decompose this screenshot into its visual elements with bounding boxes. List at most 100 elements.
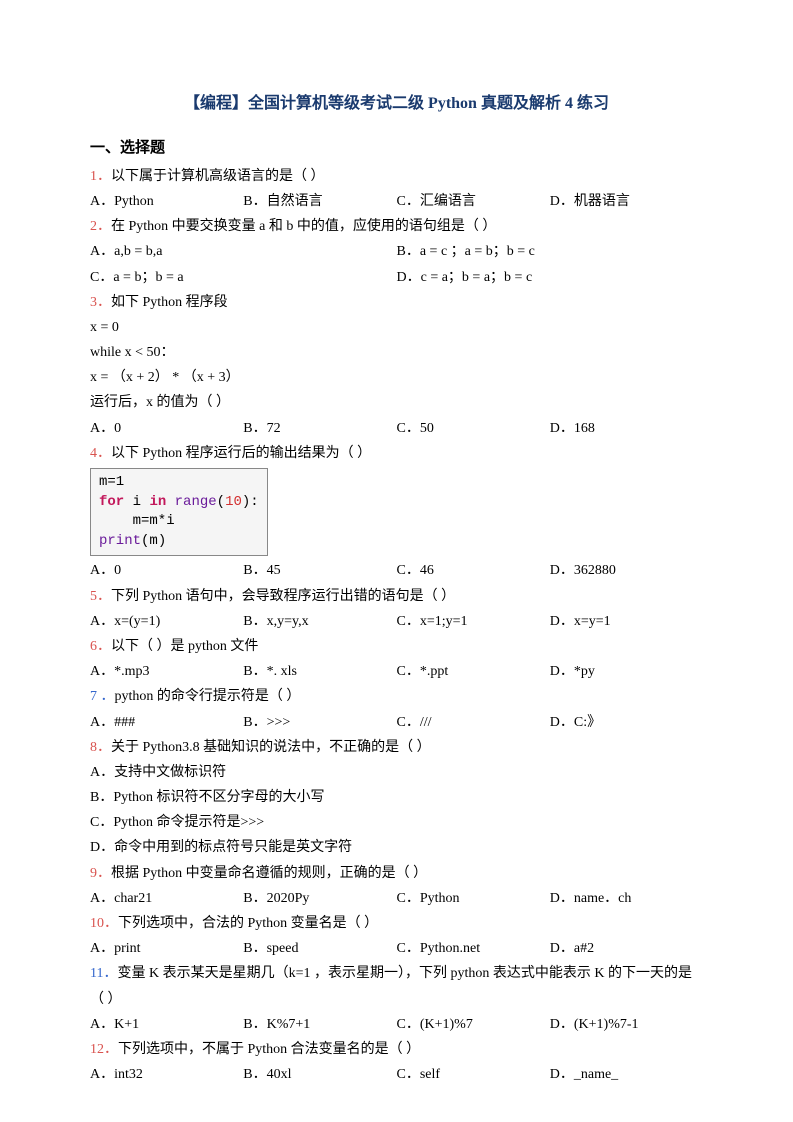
question-9: 9．根据 Python 中变量命名遵循的规则，正确的是（ ） A．char21 …: [90, 861, 703, 911]
code-i: i: [124, 494, 149, 510]
question-number: 4．: [90, 446, 111, 461]
option-a: A．K+1: [90, 1012, 243, 1037]
option-a: A．x=(y=1): [90, 609, 243, 634]
code-line-1: x = 0: [90, 315, 703, 340]
option-b: B．K%7+1: [243, 1012, 396, 1037]
option-b: B．72: [243, 416, 396, 441]
question-text: 关于 Python3.8 基础知识的说法中，不正确的是（ ）: [111, 740, 431, 755]
option-a: A．支持中文做标识符: [90, 760, 703, 785]
option-d: D．c = a；b = a；b = c: [397, 265, 704, 290]
option-b: B．40xl: [243, 1062, 396, 1087]
options-row: A．int32 B．40xl C．self D．_name_: [90, 1062, 703, 1087]
func-print: print: [99, 533, 141, 549]
option-b: B．>>>: [243, 710, 396, 735]
question-10: 10．下列选项中，合法的 Python 变量名是（ ） A．print B．sp…: [90, 911, 703, 961]
option-a: A．a,b = b,a: [90, 239, 397, 264]
options-row: A．print B．speed C．Python.net D．a#2: [90, 936, 703, 961]
option-a: A．0: [90, 416, 243, 441]
option-b: B．speed: [243, 936, 396, 961]
option-d: D．机器语言: [550, 189, 703, 214]
code-line-3: x = （x + 2） * （x + 3）: [90, 365, 703, 390]
question-text: 下列 Python 语句中，会导致程序运行出错的语句是（ ）: [111, 589, 455, 604]
question-7: 7 ．python 的命令行提示符是（ ） A．### B．>>> C．/// …: [90, 684, 703, 734]
question-text: 下列选项中，合法的 Python 变量名是（ ）: [118, 916, 378, 931]
question-5: 5．下列 Python 语句中，会导致程序运行出错的语句是（ ） A．x=(y=…: [90, 584, 703, 634]
document-title: 【编程】全国计算机等级考试二级 Python 真题及解析 4 练习: [90, 90, 703, 119]
option-a: A．char21: [90, 886, 243, 911]
option-d: D．x=y=1: [550, 609, 703, 634]
option-d: D．name．ch: [550, 886, 703, 911]
option-c: C．x=1;y=1: [397, 609, 550, 634]
question-number: 7 ．: [90, 689, 115, 704]
option-b: B．*. xls: [243, 659, 396, 684]
question-1: 1．以下属于计算机高级语言的是（ ） A．Python B．自然语言 C．汇编语…: [90, 164, 703, 214]
question-text-2: 运行后，x 的值为（ ）: [90, 390, 703, 415]
question-6: 6．以下（ ）是 python 文件 A．*.mp3 B．*. xls C．*.…: [90, 634, 703, 684]
option-b: B．Python 标识符不区分字母的大小写: [90, 785, 703, 810]
option-c: C．Python.net: [397, 936, 550, 961]
question-text: 以下（ ）是 python 文件: [111, 639, 258, 654]
code-line-2: while x < 50：: [90, 340, 703, 365]
option-d: D．168: [550, 416, 703, 441]
func-range: range: [166, 494, 216, 510]
question-number: 12．: [90, 1042, 118, 1057]
options-row: A．*.mp3 B．*. xls C．*.ppt D．*py: [90, 659, 703, 684]
option-d: D．(K+1)%7-1: [550, 1012, 703, 1037]
paren-close: ):: [242, 494, 259, 510]
option-a: A．0: [90, 558, 243, 583]
option-c: C．Python 命令提示符是>>>: [90, 810, 703, 835]
option-a: A．*.mp3: [90, 659, 243, 684]
code-block: m=1 for i in range(10): m=m*i print(m): [90, 468, 268, 556]
option-a: A．Python: [90, 189, 243, 214]
option-d: D．a#2: [550, 936, 703, 961]
option-d: D．362880: [550, 558, 703, 583]
question-number: 9．: [90, 866, 111, 881]
question-3: 3．如下 Python 程序段 x = 0 while x < 50： x = …: [90, 290, 703, 441]
option-b: B．自然语言: [243, 189, 396, 214]
question-text: 下列选项中，不属于 Python 合法变量名的是（ ）: [118, 1042, 420, 1057]
option-c: C．///: [397, 710, 550, 735]
option-a: A．print: [90, 936, 243, 961]
options-row: A．Python B．自然语言 C．汇编语言 D．机器语言: [90, 189, 703, 214]
question-number: 6．: [90, 639, 111, 654]
options-row: A．a,b = b,a B．a = c ；a = b；b = c C．a = b…: [90, 239, 703, 289]
option-c: C．a = b；b = a: [90, 265, 397, 290]
question-text: 根据 Python 中变量命名遵循的规则，正确的是（ ）: [111, 866, 427, 881]
option-c: C．(K+1)%7: [397, 1012, 550, 1037]
question-number: 11．: [90, 966, 117, 981]
option-a: A．int32: [90, 1062, 243, 1087]
option-d: D．C:》: [550, 710, 703, 735]
option-c: C．汇编语言: [397, 189, 550, 214]
option-a: A．###: [90, 710, 243, 735]
options-row: A．K+1 B．K%7+1 C．(K+1)%7 D．(K+1)%7-1: [90, 1012, 703, 1037]
question-number: 1．: [90, 169, 111, 184]
question-8: 8．关于 Python3.8 基础知识的说法中，不正确的是（ ） A．支持中文做…: [90, 735, 703, 861]
question-number: 2．: [90, 219, 111, 234]
option-c: C．self: [397, 1062, 550, 1087]
question-4: 4．以下 Python 程序运行后的输出结果为（ ） m=1 for i in …: [90, 441, 703, 584]
code-m: m=1: [99, 474, 124, 490]
question-2: 2．在 Python 中要交换变量 a 和 b 中的值，应使用的语句组是（ ） …: [90, 214, 703, 290]
question-number: 5．: [90, 589, 111, 604]
option-d: D．命令中用到的标点符号只能是英文字符: [90, 835, 703, 860]
question-12: 12．下列选项中，不属于 Python 合法变量名的是（ ） A．int32 B…: [90, 1037, 703, 1087]
option-b: B．45: [243, 558, 396, 583]
paren-open: (: [217, 494, 225, 510]
option-c: C．46: [397, 558, 550, 583]
question-text: 变量 K 表示某天是星期几（k=1 ，表示星期一），下列 python 表达式中…: [90, 966, 692, 1006]
section-header: 一、选择题: [90, 135, 703, 162]
print-arg: (m): [141, 533, 166, 549]
options-row: A．x=(y=1) B．x,y=y,x C．x=1;y=1 D．x=y=1: [90, 609, 703, 634]
question-number: 8．: [90, 740, 111, 755]
num-10: 10: [225, 494, 242, 510]
options-row: A．0 B．45 C．46 D．362880: [90, 558, 703, 583]
option-b: B．x,y=y,x: [243, 609, 396, 634]
option-d: D．_name_: [550, 1062, 703, 1087]
option-c: C．*.ppt: [397, 659, 550, 684]
question-text: 在 Python 中要交换变量 a 和 b 中的值，应使用的语句组是（ ）: [111, 219, 496, 234]
options-row: A．0 B．72 C．50 D．168: [90, 416, 703, 441]
code-body: m=m*i: [99, 513, 175, 529]
question-text: 以下属于计算机高级语言的是（ ）: [111, 169, 325, 184]
question-text: 以下 Python 程序运行后的输出结果为（ ）: [111, 446, 371, 461]
option-c: C．50: [397, 416, 550, 441]
